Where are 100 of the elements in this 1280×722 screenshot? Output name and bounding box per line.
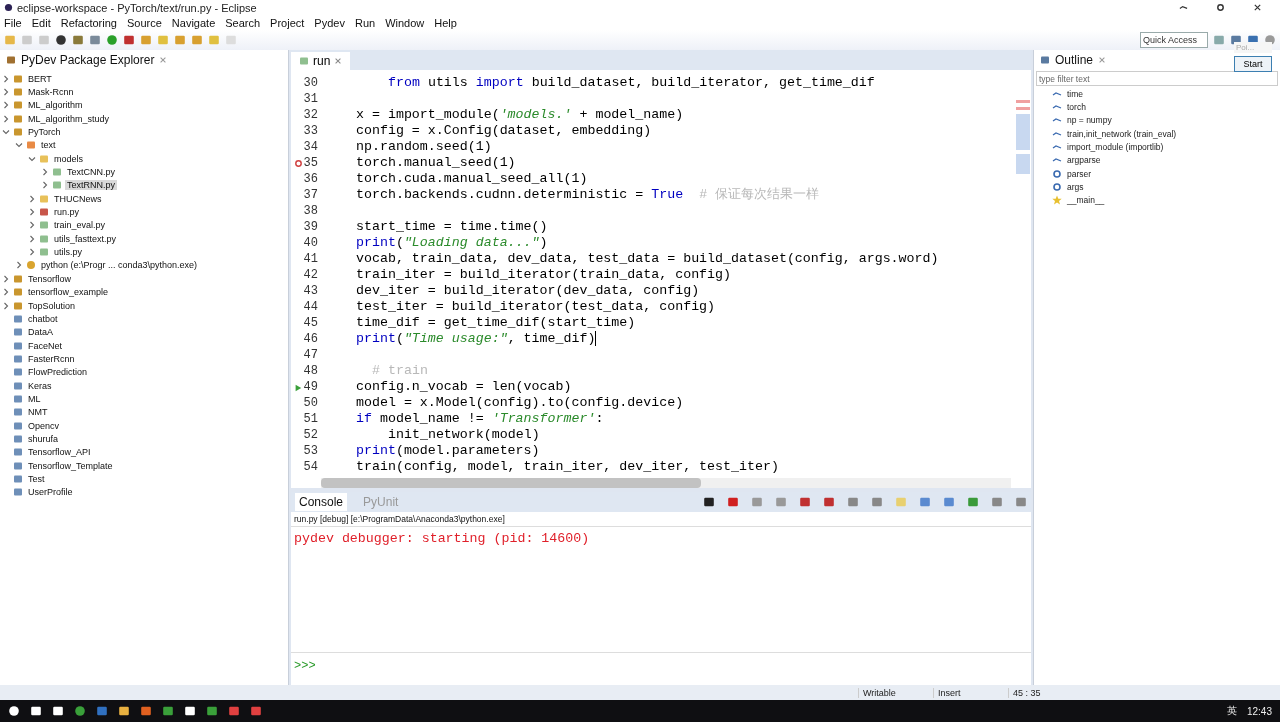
closed-project-icon bbox=[13, 447, 23, 458]
chevron-right-icon[interactable] bbox=[28, 194, 36, 203]
toolbar-icon[interactable] bbox=[55, 34, 67, 46]
tree-item[interactable]: ML bbox=[26, 393, 43, 404]
tree-item[interactable]: python (e:\Progr ... conda3\python.exe) bbox=[39, 260, 200, 271]
outline-item[interactable]: argparse bbox=[1067, 155, 1101, 166]
chevron-right-icon[interactable] bbox=[2, 288, 10, 297]
tree-item[interactable]: tensorflow_example bbox=[26, 287, 111, 298]
chevron-right-icon[interactable] bbox=[41, 181, 49, 190]
project-icon bbox=[13, 273, 23, 284]
chevron-right-icon[interactable] bbox=[41, 168, 49, 177]
tree-item[interactable]: ML_algorithm bbox=[26, 100, 85, 111]
tree-item[interactable]: Tensorflow_API bbox=[26, 447, 93, 458]
outline-item[interactable]: parser bbox=[1067, 168, 1092, 179]
chevron-right-icon[interactable] bbox=[2, 274, 10, 283]
closed-project-icon bbox=[13, 460, 23, 471]
menu-item[interactable]: Edit bbox=[31, 16, 51, 29]
tree-item[interactable]: PyTorch bbox=[26, 127, 63, 138]
tree-item[interactable]: THUCNews bbox=[52, 193, 104, 204]
outline-item[interactable]: __main__ bbox=[1067, 195, 1105, 206]
chevron-right-icon[interactable] bbox=[2, 88, 10, 96]
taskbar-icon[interactable] bbox=[162, 705, 174, 717]
menu-item[interactable]: File bbox=[4, 16, 22, 29]
menu-item[interactable]: Search bbox=[225, 16, 261, 29]
chevron-right-icon[interactable] bbox=[2, 114, 10, 123]
menu-item[interactable]: Navigate bbox=[171, 16, 216, 29]
chevron-right-icon[interactable] bbox=[28, 221, 36, 230]
tree-item[interactable]: NMT bbox=[26, 407, 50, 418]
tree-item[interactable]: Tensorflow_Template bbox=[26, 460, 115, 471]
taskbar-icon[interactable] bbox=[184, 705, 196, 717]
menu-item[interactable]: Window bbox=[385, 16, 425, 29]
tree-item[interactable]: TopSolution bbox=[26, 300, 78, 311]
tree-item[interactable]: Mask-Rcnn bbox=[26, 87, 76, 97]
tree-item[interactable]: Tensorflow bbox=[26, 273, 74, 284]
tree-item[interactable]: chatbot bbox=[26, 313, 60, 324]
chevron-down-icon[interactable] bbox=[2, 128, 10, 137]
tree-item[interactable]: ML_algorithm_study bbox=[26, 113, 112, 124]
menu-item[interactable]: Help bbox=[434, 16, 457, 29]
taskbar-icon[interactable] bbox=[52, 705, 64, 717]
taskbar-icon[interactable] bbox=[30, 705, 42, 717]
tree-item[interactable]: TextRNN.py bbox=[65, 180, 117, 191]
outline-item[interactable]: train,init_network (train_eval) bbox=[1067, 128, 1177, 139]
taskbar-icon[interactable] bbox=[118, 705, 130, 717]
pane-title[interactable]: PyDev Package Explorer bbox=[21, 53, 155, 67]
tree-item[interactable]: Opencv bbox=[26, 420, 62, 431]
tree-item[interactable]: DataA bbox=[26, 327, 55, 338]
taskbar-icon[interactable] bbox=[8, 705, 20, 717]
python-file-icon bbox=[39, 233, 49, 244]
chevron-right-icon[interactable] bbox=[2, 74, 10, 83]
tree-item[interactable]: train_eval.py bbox=[52, 220, 108, 231]
tree-item[interactable]: utils.py bbox=[52, 247, 84, 258]
console-toolbar-icon[interactable] bbox=[703, 496, 715, 508]
tree-item[interactable]: models bbox=[52, 153, 85, 164]
input-language[interactable]: 英 bbox=[1226, 704, 1237, 718]
pane-title[interactable]: Outline bbox=[1055, 53, 1094, 67]
python-file-icon bbox=[39, 220, 49, 231]
tree-item[interactable]: utils_fasttext.py bbox=[52, 233, 119, 244]
tree-item[interactable]: FasterRcnn bbox=[26, 353, 77, 364]
console-tab[interactable]: Console bbox=[295, 493, 348, 511]
chevron-right-icon[interactable] bbox=[28, 234, 36, 243]
outline-item[interactable]: import_module (importlib) bbox=[1067, 142, 1164, 153]
line-number: 36 bbox=[303, 172, 318, 186]
outline-item[interactable]: time bbox=[1067, 88, 1084, 99]
closed-project-icon bbox=[13, 340, 23, 351]
menu-item[interactable]: Run bbox=[354, 16, 376, 29]
tree-item[interactable]: Keras bbox=[26, 380, 54, 391]
perspective-icon[interactable] bbox=[1213, 34, 1225, 46]
quick-access-field[interactable]: Quick Access bbox=[1140, 32, 1208, 48]
outline-item[interactable]: torch bbox=[1067, 102, 1086, 112]
tree-item[interactable]: Test bbox=[26, 474, 47, 484]
menu-item[interactable]: Pydev bbox=[314, 16, 345, 29]
menu-item[interactable]: Project bbox=[270, 16, 305, 29]
tree-item[interactable]: BERT bbox=[26, 73, 54, 84]
tree-item[interactable]: UserProfile bbox=[26, 487, 75, 498]
star-icon bbox=[1052, 195, 1062, 206]
chevron-right-icon[interactable] bbox=[15, 261, 23, 270]
chevron-down-icon[interactable] bbox=[15, 141, 23, 150]
chevron-right-icon[interactable] bbox=[28, 208, 36, 217]
chevron-right-icon[interactable] bbox=[2, 101, 10, 110]
tree-item[interactable]: run.py bbox=[52, 207, 81, 218]
menu-item[interactable]: Refactoring bbox=[60, 16, 117, 29]
tree-item[interactable]: text bbox=[39, 140, 58, 151]
chevron-down-icon[interactable] bbox=[28, 154, 36, 163]
tree-item[interactable]: TextCNN.py bbox=[65, 167, 117, 178]
taskbar-icon[interactable] bbox=[74, 705, 86, 717]
start-button[interactable]: Start bbox=[1234, 56, 1272, 72]
chevron-right-icon[interactable] bbox=[28, 248, 36, 257]
filter-field[interactable]: type filter text bbox=[1036, 71, 1278, 86]
tree-item[interactable]: FaceNet bbox=[26, 340, 64, 351]
editor-tab[interactable]: run bbox=[291, 52, 351, 70]
horizontal-scrollbar[interactable] bbox=[321, 478, 1011, 488]
outline-item[interactable]: np = numpy bbox=[1067, 115, 1112, 126]
taskbar-icon[interactable] bbox=[206, 705, 218, 717]
outline-item[interactable]: args bbox=[1067, 182, 1084, 193]
tree-item[interactable]: FlowPrediction bbox=[26, 367, 90, 378]
package-folder-icon bbox=[26, 140, 36, 151]
toolbar-icon[interactable] bbox=[123, 34, 135, 46]
menu-item[interactable]: Source bbox=[126, 16, 162, 29]
chevron-right-icon[interactable] bbox=[2, 301, 10, 310]
tree-item[interactable]: shurufa bbox=[26, 433, 61, 444]
